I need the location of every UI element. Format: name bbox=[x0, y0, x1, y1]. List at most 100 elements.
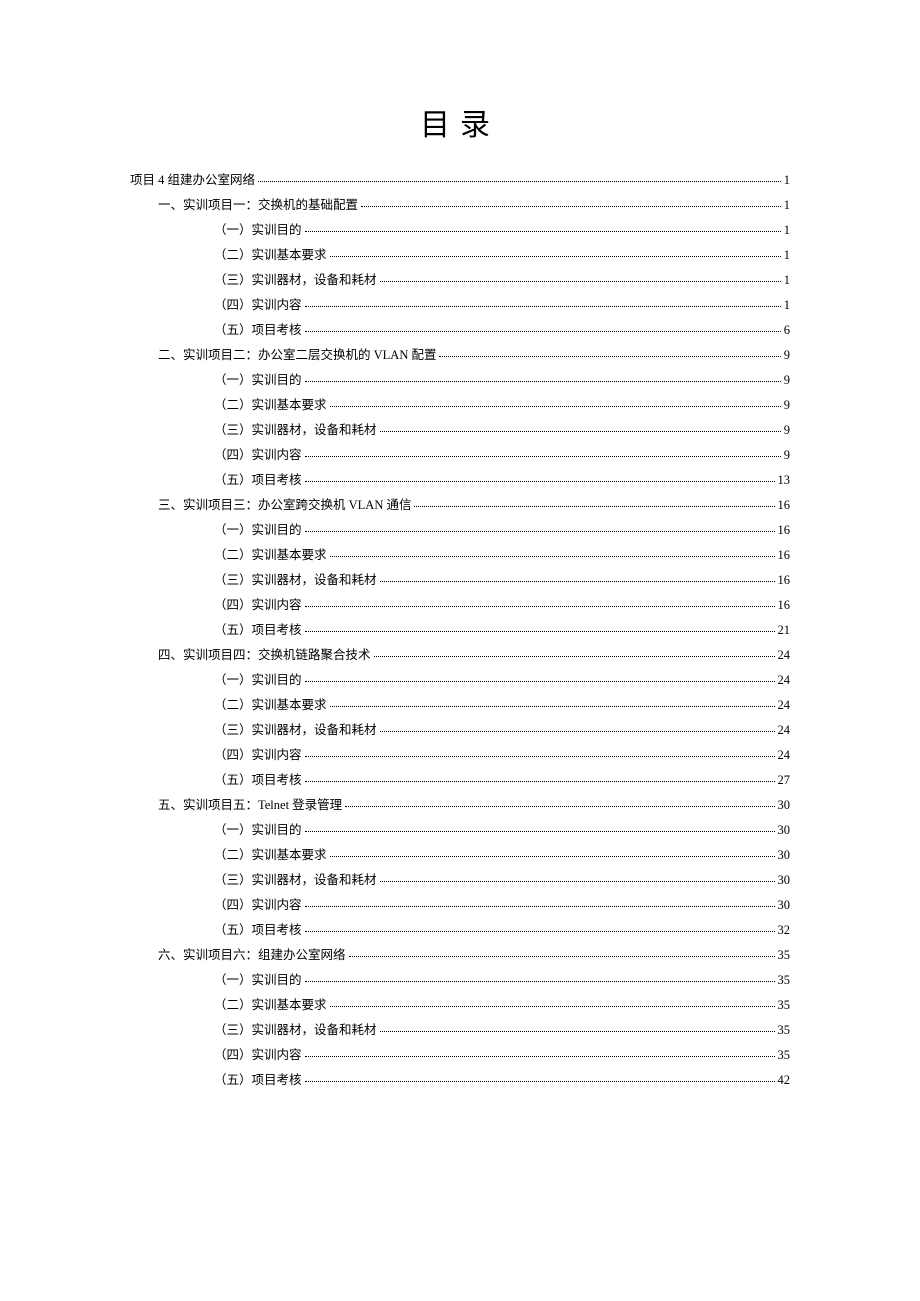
toc-entry-page: 35 bbox=[778, 999, 791, 1012]
toc-entry-leader bbox=[330, 856, 775, 857]
toc-entry: （三）实训器材，设备和耗材 30 bbox=[130, 874, 790, 887]
toc-entry: （五）项目考核6 bbox=[130, 324, 790, 337]
toc-entry-page: 32 bbox=[778, 924, 791, 937]
toc-entry-page: 30 bbox=[778, 899, 791, 912]
toc-entry-leader bbox=[305, 981, 775, 982]
toc-entry-label: （三）实训器材，设备和耗材 bbox=[214, 424, 377, 437]
toc-entry-label: （二）实训基本要求 bbox=[214, 549, 327, 562]
toc-entry-page: 16 bbox=[778, 599, 791, 612]
toc-entry-leader bbox=[305, 1056, 775, 1057]
toc-entry-leader bbox=[374, 656, 775, 657]
toc-entry: （三）实训器材，设备和耗材 1 bbox=[130, 274, 790, 287]
toc-entry-leader bbox=[330, 406, 781, 407]
toc-entry-label: （一）实训目的 bbox=[214, 674, 302, 687]
toc-entry-label: （四）实训内容 bbox=[214, 299, 302, 312]
toc-entry-page: 21 bbox=[778, 624, 791, 637]
toc-entry-leader bbox=[305, 1081, 775, 1082]
toc-entry-label: （五）项目考核 bbox=[214, 1074, 302, 1087]
toc-entry-page: 1 bbox=[784, 274, 790, 287]
toc-entry-leader bbox=[305, 831, 775, 832]
toc-entry: （二）实训基本要求 30 bbox=[130, 849, 790, 862]
toc-entry: （四）实训内容9 bbox=[130, 449, 790, 462]
toc-entry-leader bbox=[305, 306, 781, 307]
toc-entry-leader bbox=[305, 531, 775, 532]
toc-entry-label: 四、实训项目四：交换机链路聚合技术 bbox=[158, 649, 371, 662]
toc-entry-label: （一）实训目的 bbox=[214, 374, 302, 387]
toc-entry: （五）项目考核 27 bbox=[130, 774, 790, 787]
toc-entry: （一）实训目的16 bbox=[130, 524, 790, 537]
toc-entry-page: 24 bbox=[778, 674, 791, 687]
toc-entry-label: （一）实训目的 bbox=[214, 824, 302, 837]
toc-entry: （二）实训基本要求 1 bbox=[130, 249, 790, 262]
toc-entry: （四）实训内容35 bbox=[130, 1049, 790, 1062]
toc-entry-leader bbox=[305, 931, 775, 932]
toc-entry-leader bbox=[258, 181, 781, 182]
toc-entry-leader bbox=[345, 806, 774, 807]
toc-entry-leader bbox=[305, 756, 775, 757]
toc-entry-page: 9 bbox=[784, 349, 790, 362]
toc-entry-page: 30 bbox=[778, 849, 791, 862]
toc-entry: （三）实训器材，设备和耗材24 bbox=[130, 724, 790, 737]
toc-entry: 四、实训项目四：交换机链路聚合技术24 bbox=[130, 649, 790, 662]
toc-entry: （三）实训器材，设备和耗材16 bbox=[130, 574, 790, 587]
toc-entry: （二）实训基本要求 9 bbox=[130, 399, 790, 412]
toc-entry: （四）实训内容 24 bbox=[130, 749, 790, 762]
toc-entry-label: （三）实训器材，设备和耗材 bbox=[214, 274, 377, 287]
toc-entry: 五、实训项目五：Telnet 登录管理 30 bbox=[130, 799, 790, 812]
toc-entry-leader bbox=[305, 456, 781, 457]
toc-entry: （一）实训目的1 bbox=[130, 224, 790, 237]
toc-entry-leader bbox=[305, 381, 781, 382]
toc-entry-label: （五）项目考核 bbox=[214, 474, 302, 487]
toc-entry: 一、实训项目一：交换机的基础配置1 bbox=[130, 199, 790, 212]
toc-entry: （一）实训目的35 bbox=[130, 974, 790, 987]
toc-entry-label: （一）实训目的 bbox=[214, 974, 302, 987]
toc-entry-leader bbox=[330, 556, 775, 557]
toc-entry-page: 30 bbox=[778, 799, 791, 812]
toc-entry-label: （三）实训器材，设备和耗材 bbox=[214, 1024, 377, 1037]
toc-entry-leader bbox=[380, 581, 775, 582]
toc-entry-leader bbox=[380, 1031, 775, 1032]
toc-entry-page: 9 bbox=[784, 449, 790, 462]
toc-entry-page: 9 bbox=[784, 424, 790, 437]
toc-entry: （二）实训基本要求 16 bbox=[130, 549, 790, 562]
toc-entry-label: （二）实训基本要求 bbox=[214, 699, 327, 712]
toc-entry-leader bbox=[330, 706, 775, 707]
toc-entry-leader bbox=[439, 356, 780, 357]
toc-entry-leader bbox=[380, 431, 781, 432]
toc-entry: （四）实训内容30 bbox=[130, 899, 790, 912]
page-title: 目录 bbox=[130, 100, 790, 144]
toc-entry: 二、实训项目二：办公室二层交换机的 VLAN 配置 9 bbox=[130, 349, 790, 362]
toc-entry-label: （二）实训基本要求 bbox=[214, 249, 327, 262]
toc-entry-page: 24 bbox=[778, 749, 791, 762]
toc-entry-label: （一）实训目的 bbox=[214, 524, 302, 537]
toc-entry: （二）实训基本要求 24 bbox=[130, 699, 790, 712]
toc-entry-page: 16 bbox=[778, 549, 791, 562]
toc-entry-leader bbox=[361, 206, 781, 207]
toc-entry-label: 五、实训项目五：Telnet 登录管理 bbox=[158, 799, 342, 812]
toc-entry-label: （二）实训基本要求 bbox=[214, 849, 327, 862]
toc-entry-label: 二、实训项目二：办公室二层交换机的 VLAN 配置 bbox=[158, 349, 436, 362]
toc-entry-page: 1 bbox=[784, 249, 790, 262]
toc-entry-page: 13 bbox=[778, 474, 791, 487]
toc-entry-label: （一）实训目的 bbox=[214, 224, 302, 237]
toc-entry-page: 27 bbox=[778, 774, 791, 787]
toc-entry-label: （三）实训器材，设备和耗材 bbox=[214, 874, 377, 887]
toc-entry-leader bbox=[305, 906, 775, 907]
toc-entry-leader bbox=[330, 256, 781, 257]
toc-entry-label: （二）实训基本要求 bbox=[214, 399, 327, 412]
toc-entry-label: （五）项目考核 bbox=[214, 774, 302, 787]
toc-entry-page: 9 bbox=[784, 399, 790, 412]
toc-entry-label: （五）项目考核 bbox=[214, 924, 302, 937]
toc-entry-page: 24 bbox=[778, 699, 791, 712]
toc-entry-label: 六、实训项目六：组建办公室网络 bbox=[158, 949, 346, 962]
toc-entry-leader bbox=[380, 281, 781, 282]
toc-entry: （一）实训目的 9 bbox=[130, 374, 790, 387]
toc-entry-label: （四）实训内容 bbox=[214, 749, 302, 762]
toc-entry-page: 9 bbox=[784, 374, 790, 387]
toc-entry: （四）实训内容16 bbox=[130, 599, 790, 612]
toc-entry-page: 30 bbox=[778, 874, 791, 887]
toc-entry: （三）实训器材，设备和耗材35 bbox=[130, 1024, 790, 1037]
toc-entry-label: （三）实训器材，设备和耗材 bbox=[214, 574, 377, 587]
toc-entry: 项目 4 组建办公室网络1 bbox=[130, 174, 790, 187]
toc-entry: （二）实训基本要求35 bbox=[130, 999, 790, 1012]
